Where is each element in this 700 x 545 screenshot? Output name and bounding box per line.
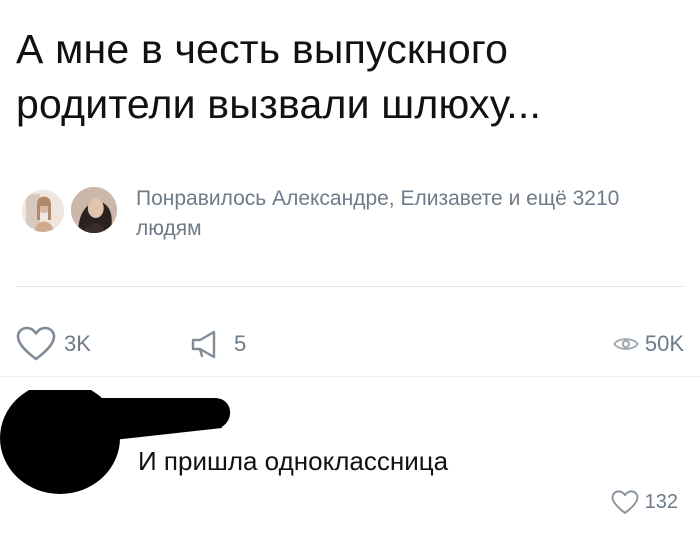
eye-icon <box>613 338 639 350</box>
liker-avatar-1[interactable] <box>22 190 64 232</box>
views-count: 50K <box>644 331 684 356</box>
comment-like-count: 132 <box>644 491 678 513</box>
likes-summary-text: Понравилось Александре, Елизавете и ещё … <box>136 187 620 240</box>
liker-avatar-2[interactable] <box>68 184 120 236</box>
divider <box>0 376 700 377</box>
avatar-photo-icon <box>71 187 117 233</box>
like-count: 3K <box>64 331 91 356</box>
share-button[interactable]: 5 <box>190 322 246 366</box>
post-actions-bar: 3K 5 50K <box>16 322 684 366</box>
post-text: А мне в честь выпускного родители вызвал… <box>16 26 542 127</box>
share-count: 5 <box>234 331 247 356</box>
redaction-scribble <box>0 390 231 494</box>
megaphone-outline-icon <box>191 330 216 359</box>
heart-outline-icon <box>16 326 56 361</box>
comment-text: И пришла одноклассница <box>138 446 449 476</box>
comment-like-button[interactable]: 132 <box>611 490 678 515</box>
divider <box>16 286 684 287</box>
heart-outline-icon <box>611 490 639 514</box>
views-indicator: 50K <box>613 322 684 366</box>
avatar-photo-icon <box>22 190 64 232</box>
likes-summary[interactable]: Понравилось Александре, Елизавете и ещё … <box>22 184 682 244</box>
like-button[interactable]: 3K <box>16 322 91 366</box>
comment-item: И пришла одноклассница 132 <box>0 390 700 545</box>
